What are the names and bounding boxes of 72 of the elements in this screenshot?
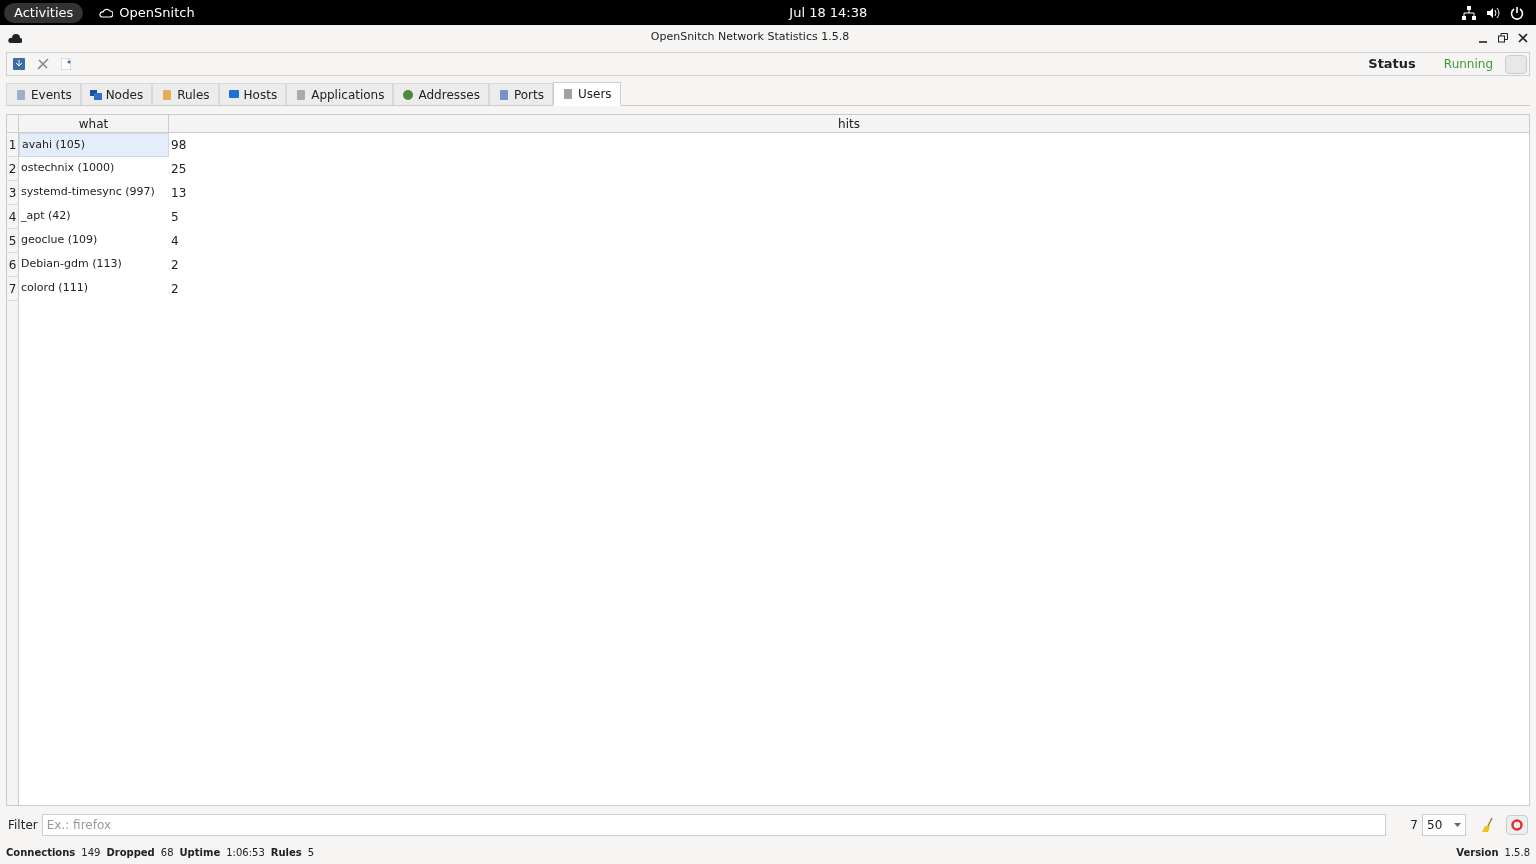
window-title: OpenSnitch Network Statistics 1.5.8 <box>650 29 850 46</box>
table-cell-text: 2 <box>170 257 180 274</box>
tab-icon <box>295 88 308 101</box>
lifebuoy-button[interactable] <box>1506 815 1528 835</box>
restore-button[interactable] <box>1498 32 1508 43</box>
tab[interactable]: Events <box>6 83 81 105</box>
tab-icon <box>497 88 510 101</box>
limit-dropdown[interactable]: 50 <box>1422 814 1466 836</box>
stat-value: 1:06:53 <box>226 845 265 860</box>
table-cell-text: 98 <box>170 137 188 154</box>
filter-field[interactable]: Ex.: firefox <box>41 814 1387 836</box>
row-number: 6 <box>7 253 18 277</box>
tab-icon <box>89 88 102 101</box>
column-header[interactable]: what <box>19 115 169 132</box>
volume-icon[interactable] <box>1486 5 1500 20</box>
stat-label: Uptime <box>179 845 221 860</box>
tab-icon <box>227 88 240 101</box>
tab[interactable]: Ports <box>488 83 553 105</box>
lifebuoy-icon <box>1511 819 1523 831</box>
tab[interactable]: Rules <box>152 83 219 105</box>
row-number: 7 <box>7 277 18 301</box>
table-cell-text: 4 <box>170 233 180 250</box>
row-number: 4 <box>7 205 18 229</box>
caret-icon <box>1454 823 1461 827</box>
stat-value: 5 <box>307 845 315 860</box>
document-icon[interactable] <box>61 58 71 70</box>
app-menu[interactable]: OpenSnitch <box>119 2 195 23</box>
stat-label: Connections <box>6 845 76 860</box>
tab-icon <box>15 88 27 101</box>
stat-label: Dropped <box>106 845 155 860</box>
tab[interactable]: Nodes <box>80 83 153 105</box>
save-icon[interactable] <box>13 58 25 70</box>
close-button[interactable] <box>1518 32 1528 43</box>
tab-icon <box>161 88 174 101</box>
clock[interactable]: Jul 18 14:38 <box>789 2 868 23</box>
version-label: Version <box>1456 845 1499 860</box>
table-cell-text: 5 <box>170 209 180 226</box>
stat-value: 149 <box>81 845 101 860</box>
row-number: 5 <box>7 229 18 253</box>
version-value: 1.5.8 <box>1504 845 1530 860</box>
table-cell[interactable]: systemd-timesync (997) <box>19 181 169 205</box>
stat-label: Rules <box>270 845 302 860</box>
table-cell[interactable]: colord (111) <box>19 277 169 301</box>
column-header[interactable]: hits <box>169 115 1529 132</box>
activities-button[interactable]: Activities <box>4 2 84 23</box>
tab-icon <box>561 88 574 100</box>
status-label: Status <box>1368 55 1416 74</box>
table-cell[interactable]: geoclue (109) <box>19 229 169 253</box>
row-number: 2 <box>7 157 18 181</box>
cloud-icon <box>99 6 114 19</box>
table-cell[interactable]: ostechnix (1000) <box>19 157 169 181</box>
tab[interactable]: Addresses <box>393 83 489 105</box>
tab[interactable]: Hosts <box>218 83 287 105</box>
tab[interactable]: Users <box>552 82 621 106</box>
status-value: Running <box>1443 56 1493 73</box>
filter-label: Filter <box>8 817 38 834</box>
table-cell[interactable]: avahi (105) <box>19 133 169 157</box>
result-count: 7 <box>1410 817 1418 834</box>
power-icon[interactable] <box>1510 5 1524 20</box>
tab[interactable]: Applications <box>286 83 394 105</box>
stat-value: 68 <box>160 845 174 860</box>
table-cell-text: 13 <box>170 185 188 202</box>
app-icon <box>8 31 22 44</box>
table-cell-text: 2 <box>170 281 180 298</box>
row-number: 3 <box>7 181 18 205</box>
broom-icon[interactable] <box>1482 818 1494 832</box>
table-cell[interactable]: _apt (42) <box>19 205 169 229</box>
tab-icon <box>402 88 415 101</box>
table-cell[interactable]: Debian-gdm (113) <box>19 253 169 277</box>
network-icon[interactable] <box>1462 5 1476 20</box>
table-cell-text: 25 <box>170 161 188 178</box>
row-number: 1 <box>7 133 18 157</box>
